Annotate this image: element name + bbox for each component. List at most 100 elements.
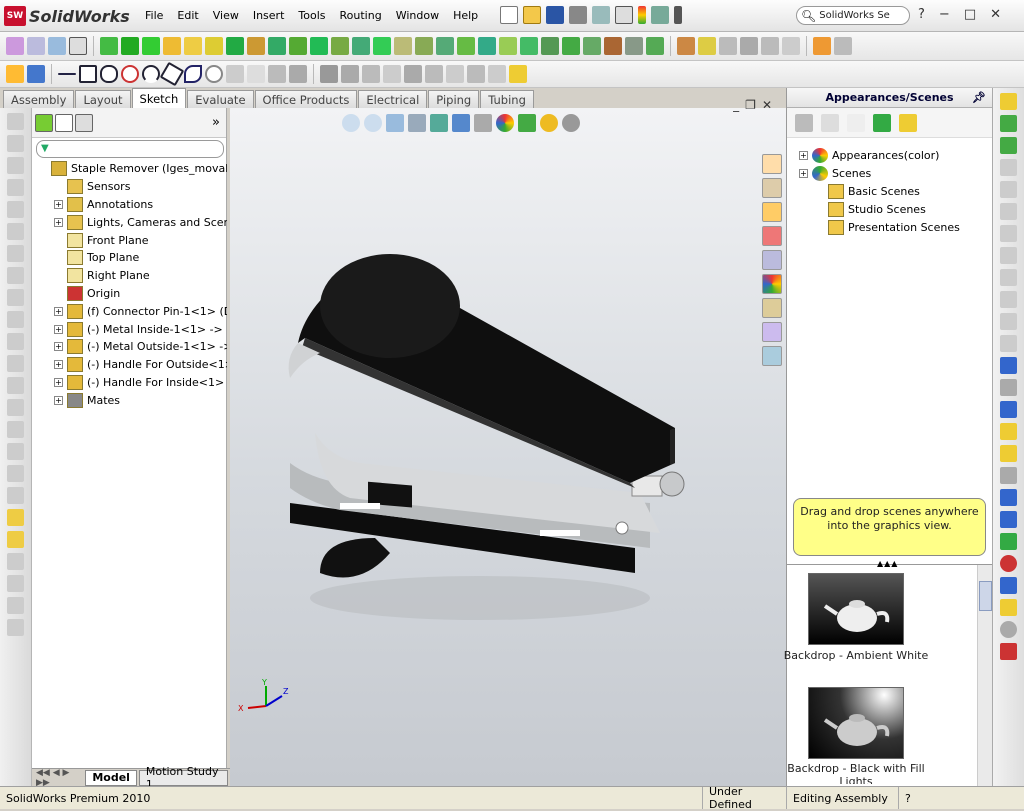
tool-icon[interactable] (7, 333, 24, 350)
menu-file[interactable]: File (138, 7, 170, 24)
appearances-scenes-icon[interactable] (762, 274, 782, 294)
spell-check-icon[interactable] (1000, 357, 1017, 374)
filter-surface-finish-icon[interactable] (373, 37, 391, 55)
view-settings-icon[interactable] (540, 114, 558, 132)
print-icon[interactable] (569, 6, 587, 24)
expand-toggle-icon[interactable]: + (54, 199, 63, 209)
tool-icon[interactable] (7, 201, 24, 218)
interference-icon[interactable] (834, 37, 852, 55)
options-icon[interactable] (674, 6, 682, 24)
filter-icon[interactable] (6, 37, 24, 55)
tool-icon[interactable] (1000, 115, 1017, 132)
tool-icon[interactable] (7, 223, 24, 240)
solidworks-logo[interactable]: SW SolidWorks (4, 5, 130, 27)
tab-nav-arrows-icon[interactable]: ◀◀ ◀ ▶ ▶▶ (36, 768, 81, 788)
tool-icon[interactable] (7, 135, 24, 152)
display-relations-icon[interactable] (446, 65, 464, 83)
appearances-node[interactable]: Basic Scenes (793, 182, 960, 200)
feature-tree-node[interactable]: Staple Remover (Iges_movable) (D (32, 160, 227, 178)
smart-dimension-icon[interactable] (27, 65, 45, 83)
expand-toggle-icon[interactable]: + (54, 324, 63, 334)
filter-planes-icon[interactable] (205, 37, 223, 55)
tool-icon[interactable] (7, 487, 24, 504)
filter-connection-icon[interactable] (457, 37, 475, 55)
arc-icon[interactable] (142, 65, 160, 83)
up-folder-icon[interactable] (899, 113, 917, 132)
menu-window[interactable]: Window (389, 7, 446, 24)
filter-cosmetic-icon[interactable] (415, 37, 433, 55)
filter-gtol-icon[interactable] (352, 37, 370, 55)
tool-icon[interactable] (7, 289, 24, 306)
feature-tree-node[interactable]: + Lights, Cameras and Scene (32, 213, 227, 231)
filter-center-mark-icon[interactable] (394, 37, 412, 55)
tool-icon[interactable] (1000, 643, 1017, 660)
spline-icon[interactable] (184, 65, 202, 83)
maximize-button[interactable]: □ (964, 7, 976, 22)
previous-view-icon[interactable] (386, 114, 404, 132)
fillet-icon[interactable] (226, 65, 244, 83)
feature-tree-node[interactable]: + (f) Connector Pin-1<1> (Defaul (32, 302, 227, 320)
pin-icon[interactable]: 📌︎ (972, 91, 986, 104)
tool-icon[interactable] (1000, 533, 1017, 550)
filter-dowel-icon[interactable] (436, 37, 454, 55)
filter-edges-icon[interactable] (27, 37, 45, 55)
search-box[interactable]: 🔍︎ SolidWorks Se (796, 6, 910, 25)
slot-icon[interactable] (100, 65, 118, 83)
quick-snaps-icon[interactable] (488, 65, 506, 83)
scrollbar-thumb[interactable] (979, 581, 992, 611)
point-icon[interactable] (289, 65, 307, 83)
tool-icon[interactable] (1000, 313, 1017, 330)
hide-show-items-icon[interactable] (474, 114, 492, 132)
mate-filter-icon[interactable] (100, 37, 118, 55)
tab-assembly[interactable]: Assembly (3, 90, 75, 108)
feature-tree-node[interactable]: Right Plane (32, 267, 227, 285)
expand-toggle-icon[interactable]: + (54, 360, 63, 370)
sketch-tool-icon[interactable] (7, 509, 24, 526)
design-library-icon[interactable] (762, 178, 782, 198)
menu-routing[interactable]: Routing (333, 7, 389, 24)
tool-icon[interactable] (7, 399, 24, 416)
feature-tree-node[interactable]: + Annotations (32, 196, 227, 214)
viewport-close-icon[interactable]: ✕ (762, 98, 778, 112)
tab-tubing[interactable]: Tubing (480, 90, 534, 108)
graphics-area[interactable]: _❐✕ X Y Z (230, 98, 786, 786)
rectangle-icon[interactable] (79, 65, 97, 83)
repair-sketch-icon[interactable] (467, 65, 485, 83)
help-button[interactable]: ? (918, 7, 925, 22)
ellipse-icon[interactable] (205, 65, 223, 83)
file-properties-icon[interactable] (651, 6, 669, 24)
tool-icon[interactable] (1000, 511, 1017, 528)
file-explorer-icon[interactable] (762, 202, 782, 222)
tool-icon[interactable] (1000, 291, 1017, 308)
smart-mates-icon[interactable] (698, 37, 716, 55)
move-entities-icon[interactable] (425, 65, 443, 83)
zoom-to-fit-icon[interactable] (342, 114, 360, 132)
chevron-down-icon[interactable] (7, 619, 24, 636)
filter-solid-icon[interactable] (142, 37, 160, 55)
filter-cable-icon[interactable] (499, 37, 517, 55)
save-icon[interactable] (546, 6, 564, 24)
tool-icon[interactable] (1000, 181, 1017, 198)
text-icon[interactable] (268, 65, 286, 83)
search-results-icon[interactable] (762, 226, 782, 246)
select-icon[interactable] (69, 37, 87, 55)
tool-icon[interactable] (7, 553, 24, 570)
filter-midpoint-icon[interactable] (625, 37, 643, 55)
tab-office-products[interactable]: Office Products (254, 90, 358, 108)
plane-icon[interactable] (247, 65, 265, 83)
add-folder-icon[interactable] (821, 113, 839, 132)
circle-icon[interactable] (121, 65, 139, 83)
custom-properties-icon[interactable] (762, 298, 782, 318)
filter-bom-icon[interactable] (583, 37, 601, 55)
propertymanager-tab-icon[interactable] (55, 113, 73, 132)
toolbox-icon[interactable] (762, 322, 782, 342)
expand-chevron-icon[interactable]: » (212, 115, 220, 130)
view-orientation-icon[interactable] (430, 114, 448, 132)
rapid-sketch-icon[interactable] (509, 65, 527, 83)
filter-weld-icon[interactable] (310, 37, 328, 55)
document-recovery-icon[interactable] (762, 346, 782, 366)
edit-appearance-icon[interactable] (496, 114, 514, 132)
mate-icon[interactable] (677, 37, 695, 55)
tool-icon[interactable] (7, 179, 24, 196)
tab-layout[interactable]: Layout (75, 90, 131, 108)
